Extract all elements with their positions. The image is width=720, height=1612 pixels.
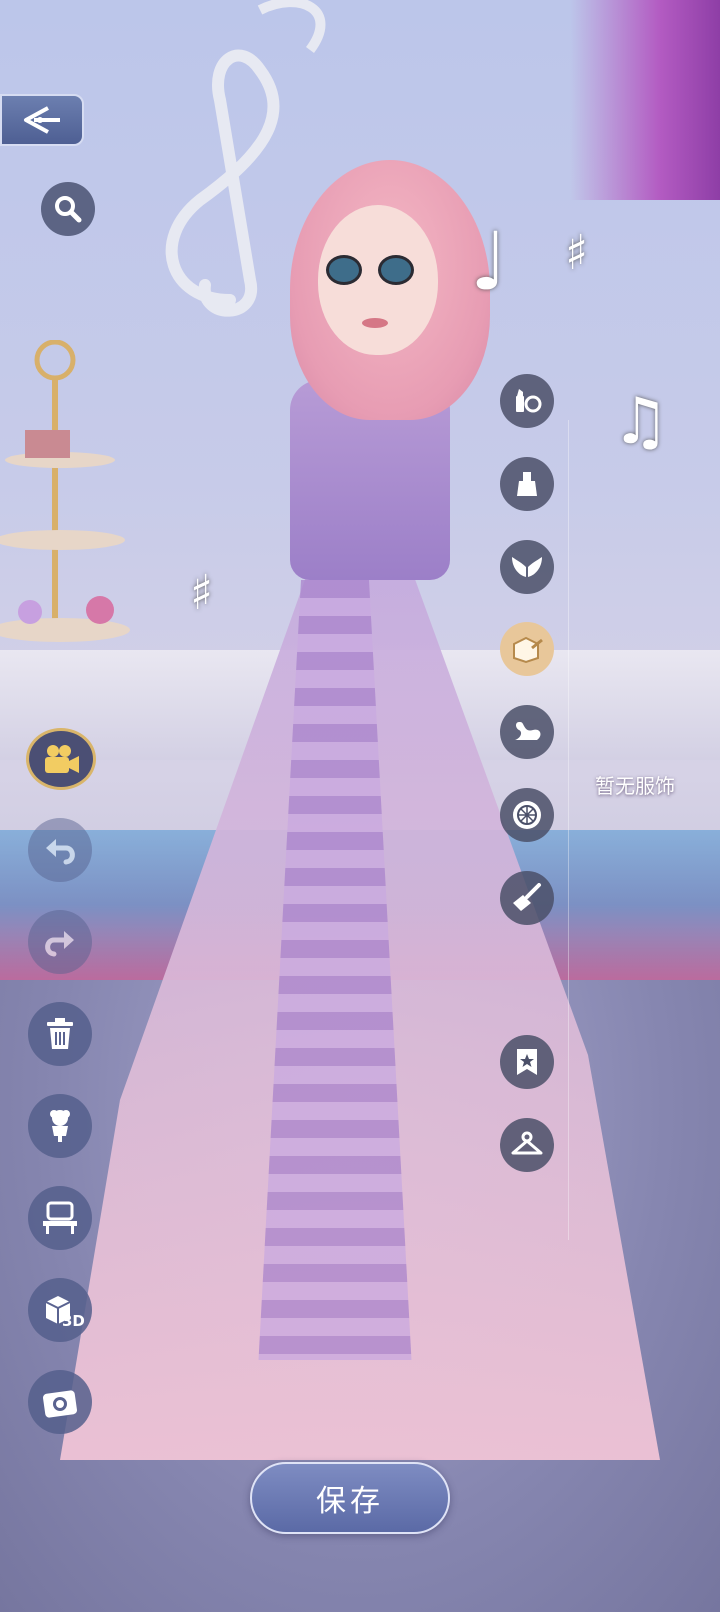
bookmark-star-icon [517,1049,537,1075]
music-note-decoration: ♩ [470,215,508,308]
music-note-decoration: ♫ [612,385,670,459]
cake-stand [0,340,130,642]
swan-icon [515,722,541,740]
category-cosmetics[interactable] [500,457,554,511]
category-eyes[interactable] [500,788,554,842]
delete-button[interactable] [28,1002,92,1066]
undo-button[interactable] [28,818,92,882]
search-button[interactable] [41,182,95,236]
wardrobe-button[interactable] [500,1118,554,1172]
accessory-button[interactable] [28,1094,92,1158]
no-outfit-text: 暂无服饰 [595,774,675,798]
lipstick-compact-icon [516,389,542,413]
favorite-button[interactable] [500,1035,554,1089]
search-icon [55,196,82,223]
category-clean[interactable] [500,871,554,925]
record-video-button[interactable] [26,728,96,790]
view-3d-label: 3D [62,1312,85,1330]
hanger-icon [511,1131,543,1155]
movie-camera-icon [45,745,79,773]
mannequin-flower-icon [50,1110,70,1142]
redo-icon [45,931,74,957]
redo-button[interactable] [28,910,92,974]
wings-icon [512,557,542,577]
sharp-symbol-decoration: ♯ [190,565,214,621]
eye-lens-icon [513,801,541,829]
box-brush-icon [513,636,543,664]
category-brush-selected[interactable] [500,622,554,676]
camera-icon [43,1390,77,1418]
vanity-table-icon [43,1201,77,1234]
trash-icon [47,1018,73,1049]
nail-polish-icon [517,472,537,496]
character-right-eye [378,255,414,285]
category-makeup[interactable] [500,374,554,428]
undo-icon [46,839,75,865]
curtain [570,0,720,200]
camera-button[interactable] [28,1370,92,1434]
category-pet[interactable] [500,705,554,759]
furniture-button[interactable] [28,1186,92,1250]
save-button[interactable]: 保存 [250,1462,450,1534]
back-button[interactable] [0,94,84,146]
view-3d-button[interactable]: 3D [28,1278,92,1342]
broom-icon [513,883,541,911]
panel-divider [568,420,569,1240]
back-arrow-icon [24,106,60,134]
treble-clef-decoration [165,0,326,317]
sharp-symbol-decoration: ♯ [565,225,589,281]
category-wings[interactable] [500,540,554,594]
character-lips [362,318,388,328]
